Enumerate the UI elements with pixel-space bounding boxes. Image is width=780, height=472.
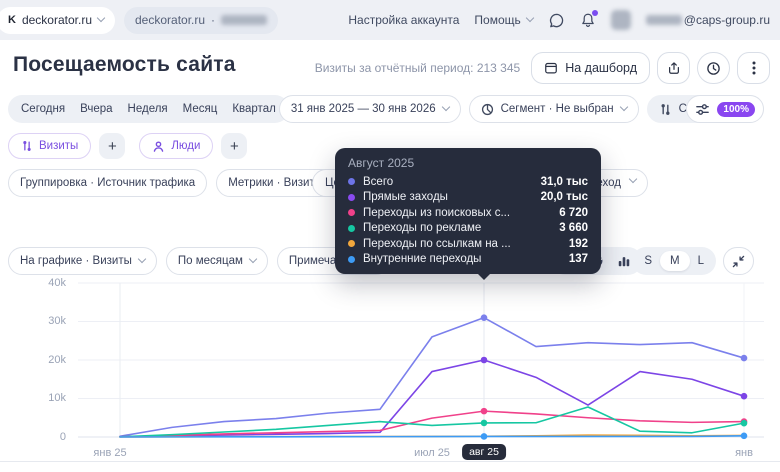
series-color-dot — [348, 224, 355, 232]
bar-chart-icon[interactable] — [617, 254, 631, 268]
x-tick-jan25: янв 25 — [93, 447, 127, 459]
bell-icon[interactable] — [580, 10, 598, 28]
chat-icon[interactable] — [548, 12, 565, 29]
period-week[interactable]: Неделя — [128, 103, 168, 115]
tooltip-row-direct: Прямые заходы 20,0 тыс — [348, 190, 588, 206]
y-tick-20k: 20k — [48, 354, 66, 366]
x-tick-aug25-highlighted: авг 25 — [462, 444, 506, 460]
chart-size-selector: S M L — [632, 247, 716, 275]
visits-icon — [21, 140, 33, 152]
counter-domain: deckorator.ru — [135, 13, 206, 27]
history-button[interactable] — [697, 52, 730, 84]
y-tick-30k: 30k — [48, 315, 66, 327]
share-icon — [667, 61, 681, 75]
clock-icon — [706, 61, 721, 76]
segment-selector[interactable]: Сегмент · Не выбран — [468, 95, 639, 123]
size-option-l[interactable]: L — [690, 255, 712, 267]
x-tick-jul25: июл 25 — [414, 447, 450, 459]
chevron-down-icon — [137, 254, 147, 264]
x-tick-jan26: янв — [735, 447, 753, 459]
sampling-badge: 100% — [717, 101, 755, 117]
tooltip-pointer — [478, 274, 490, 280]
date-range-picker[interactable]: 31 янв 2025 — 30 янв 2026 — [278, 95, 461, 123]
redacted-counter-id — [221, 15, 268, 25]
period-presets: Сегодня Вчера Неделя Месяц Квартал — [8, 95, 289, 123]
to-dashboard-button[interactable]: На дашборд — [531, 52, 650, 84]
tooltip-row-search: Переходы из поисковых с... 6 720 — [348, 205, 588, 221]
dashboard-icon — [544, 61, 558, 75]
help-menu[interactable]: Помощь — [474, 13, 535, 27]
settings-chips-row: Группировка · Источник трафика Метрики ·… — [8, 169, 355, 197]
counter-tab-active[interactable]: K deckorator.ru — [0, 6, 115, 34]
separator-dot: · — [211, 13, 216, 27]
series-color-dot — [348, 255, 355, 263]
export-button[interactable] — [657, 52, 690, 84]
tooltip-title: Август 2025 — [348, 156, 415, 170]
add-visits-metric-button[interactable]: + — [99, 133, 126, 159]
chevron-down-icon — [628, 174, 638, 184]
chart-tooltip: Август 2025 Всего 31,0 тыс Прямые заходы… — [335, 148, 601, 280]
period-yesterday[interactable]: Вчера — [80, 103, 112, 115]
chevron-down-icon — [525, 13, 535, 23]
add-people-metric-button[interactable]: + — [221, 133, 248, 159]
notification-dot — [591, 10, 598, 16]
counter-tab-label: deckorator.ru — [21, 13, 92, 27]
header-actions: Визиты за отчётный период: 213 345 На да… — [315, 52, 770, 84]
more-menu-button[interactable] — [737, 52, 770, 84]
size-option-s[interactable]: S — [636, 255, 660, 267]
kebab-icon — [752, 60, 756, 76]
grouping-chip[interactable]: Группировка · Источник трафика — [8, 169, 208, 197]
metric-chip-visits[interactable]: Визиты — [8, 133, 92, 159]
compare-icon — [659, 103, 672, 116]
tooltip-row-links: Переходы по ссылкам на ... 192 — [348, 236, 588, 252]
series-color-dot — [348, 240, 355, 248]
segment-icon — [481, 103, 494, 116]
chevron-down-icon — [619, 102, 628, 112]
period-visits-total: Визиты за отчётный период: 213 345 — [314, 61, 521, 75]
size-option-m-selected[interactable]: M — [660, 251, 690, 271]
series-color-dot — [348, 178, 355, 186]
user-email[interactable]: @caps-group.ru — [645, 13, 770, 27]
granularity-selector[interactable]: По месяцам — [165, 247, 268, 275]
chevron-down-icon — [441, 102, 450, 112]
topbar-right: Настройка аккаунта Помощь @caps-group.ru — [348, 0, 770, 40]
email-domain: @caps-group.ru — [683, 13, 770, 27]
sampling-control[interactable]: 100% — [686, 95, 764, 123]
period-month[interactable]: Месяц — [183, 103, 218, 115]
sliders-icon — [695, 102, 710, 117]
redacted-user-name — [645, 15, 682, 25]
tooltip-row-total: Всего 31,0 тыс — [348, 174, 588, 190]
period-quarter[interactable]: Квартал — [232, 103, 275, 115]
top-bar: K deckorator.ru deckorator.ru · Настройк… — [0, 0, 780, 40]
y-tick-40k: 40k — [48, 277, 66, 289]
account-settings-link[interactable]: Настройка аккаунта — [348, 13, 459, 27]
person-icon — [152, 140, 165, 153]
series-color-dot — [348, 209, 355, 217]
page-title: Посещаемость сайта — [13, 53, 236, 76]
widget-bottom-divider — [0, 461, 780, 462]
y-tick-10k: 10k — [48, 392, 66, 404]
tooltip-row-internal: Внутренние переходы 137 — [348, 252, 588, 268]
collapse-arrows-icon — [732, 255, 745, 268]
chevron-down-icon — [96, 13, 106, 23]
metric-row: Визиты + Люди + — [8, 133, 248, 159]
y-tick-0: 0 — [59, 431, 66, 443]
period-today[interactable]: Сегодня — [21, 103, 65, 115]
tooltip-row-ads: Переходы по рекламе 3 660 — [348, 221, 588, 237]
counter-tab-second[interactable]: deckorator.ru · — [124, 6, 279, 34]
chart-gridlines — [78, 282, 764, 438]
series-color-dot — [348, 193, 355, 201]
chart-controls-row: На графике · Визиты По месяцам Примечани… — [8, 247, 391, 275]
filter-row: Сегодня Вчера Неделя Месяц Квартал 31 ян… — [8, 95, 763, 123]
metric-chip-people[interactable]: Люди — [139, 133, 214, 159]
site-favicon: K — [8, 14, 16, 26]
on-chart-selector[interactable]: На графике · Визиты — [8, 247, 157, 275]
collapse-chart-button[interactable] — [723, 247, 754, 275]
avatar[interactable] — [610, 10, 631, 30]
chevron-down-icon — [248, 254, 258, 264]
